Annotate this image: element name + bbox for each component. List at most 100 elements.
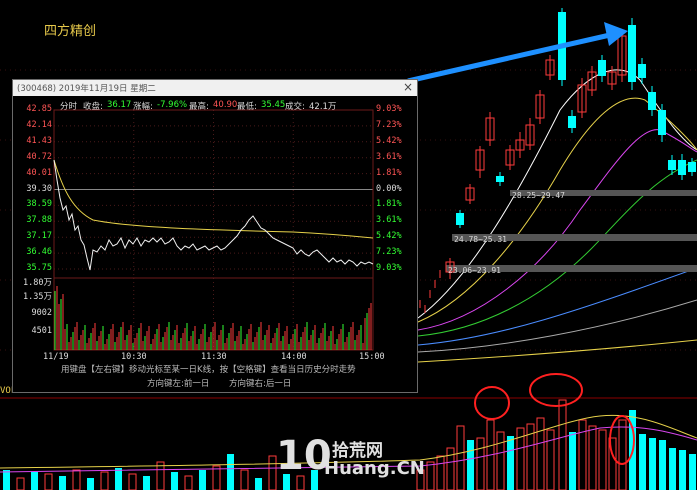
volume-bar-down	[659, 440, 666, 490]
ma-line	[417, 159, 697, 337]
volume-bar-up	[44, 473, 53, 490]
percent-axis-label: 0.00%	[376, 183, 402, 194]
volume-bar-up	[100, 471, 109, 490]
price-axis-label: 37.88	[26, 215, 52, 226]
watermark-en: Huang.CN	[324, 458, 425, 479]
volume-bar-down	[467, 440, 474, 490]
intraday-chart	[53, 109, 374, 351]
volume-bar-down	[3, 470, 10, 490]
volume-bar-up	[476, 437, 485, 490]
price-axis-label: 42.14	[26, 119, 52, 130]
percent-axis-label: 1.81%	[376, 167, 402, 178]
pointer-arrow-head	[604, 22, 628, 46]
volume-bar-down	[639, 434, 646, 490]
percent-axis-label: 9.03%	[376, 263, 402, 273]
price-zone-label: 28.25~29.47	[512, 191, 565, 200]
percent-axis-label: 3.61%	[376, 215, 402, 226]
percent-axis-label: 9.03%	[376, 104, 402, 114]
volume-bar-down	[59, 476, 66, 490]
time-axis-label: 10:30	[121, 352, 147, 362]
candle-body-down	[648, 92, 656, 110]
price-axis-label: 37.17	[26, 231, 52, 242]
volume-bar-up	[240, 469, 249, 490]
volume-bar-down	[143, 476, 150, 490]
time-axis-label: 11/19	[43, 352, 69, 362]
volume-bar-up	[184, 475, 193, 490]
volume-bar-up	[536, 417, 545, 490]
intraday-popup[interactable]: (300468) 2019年11月19日 星期二 × 分时 收盘: 36.17 …	[12, 79, 418, 393]
price-axis-label: 40.01	[26, 167, 52, 178]
volume-bar-down	[679, 450, 686, 490]
volume-bar-up	[128, 473, 137, 490]
volume-bar-up	[546, 429, 555, 490]
percent-axis-label: 5.42%	[376, 231, 402, 242]
volume-bar-up	[268, 455, 277, 490]
candle-body-down	[628, 25, 636, 82]
volume-bar-down	[255, 478, 262, 490]
candle-body-down	[688, 162, 696, 172]
watermark-logo: 10 拾荒网 Huang.CN	[276, 434, 425, 484]
price-axis-label: 36.46	[26, 247, 52, 258]
percent-axis-label: 7.23%	[376, 247, 402, 258]
price-axis-label: 42.85	[26, 104, 52, 114]
ma-line	[417, 339, 697, 363]
volume-axis-label: 4501	[31, 326, 52, 336]
candle-body-down	[658, 110, 666, 135]
volume-bar-up	[72, 469, 81, 490]
volume-bar-down	[199, 470, 206, 490]
candle-body-down	[598, 60, 606, 76]
price-axis-label: 41.43	[26, 135, 52, 146]
time-axis-label: 15:00	[359, 352, 385, 362]
time-axis-label: 14:00	[281, 352, 307, 362]
price-axis-label: 35.75	[26, 263, 52, 273]
volume-bar-up	[212, 465, 221, 490]
pointer-arrow-line	[407, 32, 611, 84]
highlight-circle	[474, 386, 510, 420]
stock-name: 四方精创	[44, 24, 97, 39]
footer-prev: 方向键左:前一日	[147, 379, 210, 389]
percent-axis-label: 3.61%	[376, 151, 402, 162]
percent-axis-label: 7.23%	[376, 119, 402, 130]
footer-next: 方向键右:后一日	[229, 379, 292, 389]
volume-bar-up	[578, 419, 587, 490]
volume-axis-label: 1.35万	[23, 292, 52, 302]
price-axis-label: 40.72	[26, 151, 52, 162]
volume-bar-down	[649, 438, 656, 490]
volume-bar-up	[496, 431, 505, 490]
volume-bar-up	[16, 477, 25, 490]
ma-line	[417, 129, 697, 331]
price-axis-label: 39.30	[26, 183, 52, 194]
percent-axis-label: 1.81%	[376, 199, 402, 210]
volume-bar-down	[669, 448, 676, 490]
candle-body-down	[496, 176, 504, 182]
candle-body-down	[668, 160, 676, 170]
volume-bar-up	[558, 399, 567, 490]
volume-bar-up	[618, 419, 627, 490]
time-axis-label: 11:30	[201, 352, 227, 362]
volume-bar-up	[598, 429, 607, 490]
volume-bar-up	[426, 461, 435, 490]
price-axis-label: 38.59	[26, 199, 52, 210]
volume-bar-down	[31, 472, 38, 490]
volume-bar-up	[456, 425, 465, 490]
volume-axis-label: 9002	[31, 308, 52, 318]
volume-bar-up	[588, 425, 597, 490]
price-zone-label: 24.78~25.31	[454, 235, 507, 244]
volume-bar-down	[171, 472, 178, 490]
volume-bar-down	[569, 432, 576, 490]
volume-bar-down	[227, 454, 234, 490]
percent-axis-label: 5.42%	[376, 135, 402, 146]
candle-body-down	[638, 64, 646, 78]
volume-bar-down	[689, 454, 696, 490]
volume-axis-label: 1.80万	[23, 278, 52, 288]
volume-bar-down	[115, 468, 122, 490]
candle-body-down	[456, 213, 464, 225]
candle-body-down	[568, 116, 576, 128]
volume-bar-up	[436, 455, 445, 490]
volume-bar-up	[156, 461, 165, 490]
candle-body-down	[678, 160, 686, 175]
footer-hint: 用键盘【左右键】移动光标至某一日K线，按【空格键】查看当日历史分时走势	[61, 365, 356, 375]
volume-bar-down	[87, 478, 94, 490]
highlight-circle	[529, 373, 583, 407]
price-zone-label: 23.06~23.91	[448, 266, 501, 275]
